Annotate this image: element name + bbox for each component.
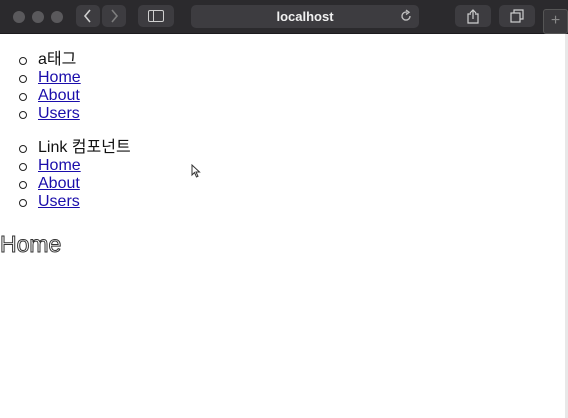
home-link[interactable]: Home [38,157,81,174]
chevron-left-icon [83,9,91,23]
plus-icon: + [550,12,561,29]
about-link[interactable]: About [38,175,80,192]
users-link[interactable]: Users [38,193,80,210]
bullet-icon [19,145,27,153]
address-bar[interactable]: localhost [191,5,419,28]
link-component-nav-list: Link 컴포넌트 Home About Users [18,139,131,211]
about-link[interactable]: About [38,87,80,104]
tabs-icon [510,9,524,23]
back-button[interactable] [76,5,100,27]
page-content: a태그 Home About Users Link 컴포넌트 Home Abou… [0,34,568,418]
list-item: Users [18,193,131,211]
forward-button[interactable] [102,5,126,27]
sidebar-icon [148,10,164,22]
sidebar-button[interactable] [138,5,174,27]
list-item: Home [18,69,81,87]
bullet-icon [19,181,27,189]
list-item: About [18,175,131,193]
share-button[interactable] [455,5,491,27]
browser-toolbar: localhost + [0,0,568,34]
list-caption: Link 컴포넌트 [38,139,131,156]
bullet-icon [19,57,27,65]
new-tab-button[interactable]: + [543,9,568,34]
list-item: a태그 [18,51,81,69]
zoom-window-button[interactable] [51,11,63,23]
minimize-window-button[interactable] [32,11,44,23]
bullet-icon [19,75,27,83]
tabs-overview-button[interactable] [499,5,535,27]
bullet-icon [19,199,27,207]
chevron-right-icon [111,9,119,23]
bullet-icon [19,93,27,101]
a-tag-nav-list: a태그 Home About Users [18,51,81,123]
reload-icon[interactable] [399,9,413,23]
mouse-cursor-icon [191,164,201,178]
home-link[interactable]: Home [38,69,81,86]
users-link[interactable]: Users [38,105,80,122]
list-item: About [18,87,81,105]
list-item: Link 컴포넌트 [18,139,131,157]
list-caption: a태그 [38,51,77,68]
bullet-icon [19,111,27,119]
page-heading: Home [0,231,62,258]
share-icon [467,8,479,24]
address-text: localhost [276,9,334,24]
bullet-icon [19,163,27,171]
list-item: Home [18,157,131,175]
list-item: Users [18,105,81,123]
close-window-button[interactable] [13,11,25,23]
